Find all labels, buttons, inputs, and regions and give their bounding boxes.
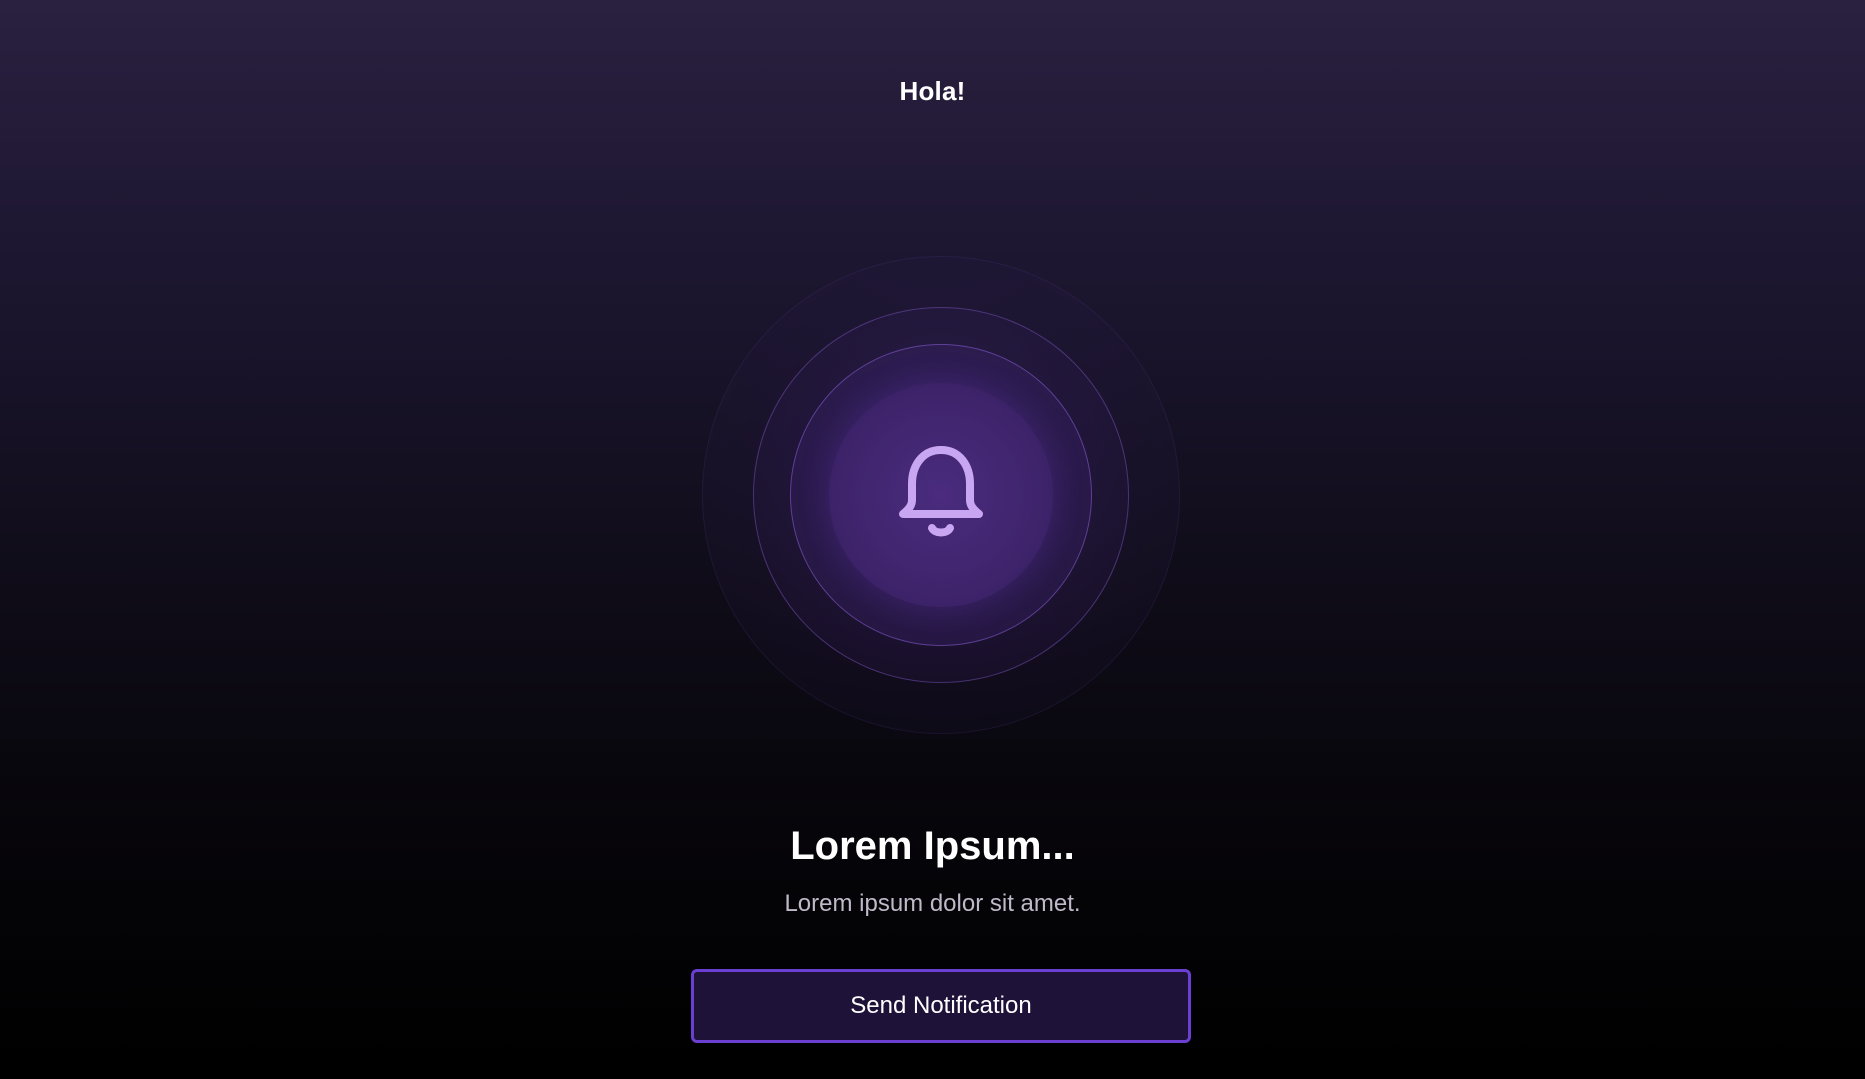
hero-title: Lorem Ipsum... [790,824,1075,868]
hero-subtitle: Lorem ipsum dolor sit amet. [784,890,1081,917]
send-notification-button[interactable]: Send Notification [691,969,1191,1043]
greeting-title: Hola! [899,76,966,106]
notification-illustration [702,256,1180,734]
bell-icon [899,446,983,537]
